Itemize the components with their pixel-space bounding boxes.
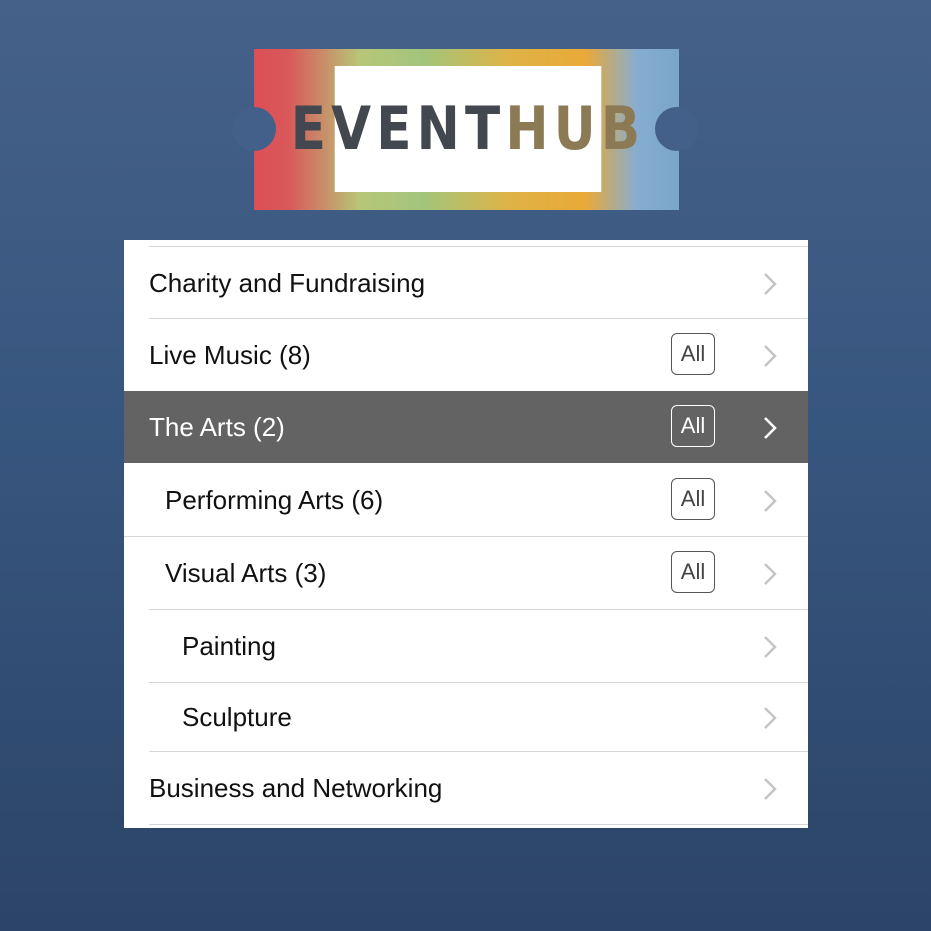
- chevron-right-icon: [760, 706, 780, 730]
- chevron-right-icon: [760, 272, 780, 296]
- logo-hub-text: HUB: [505, 94, 646, 164]
- category-label: Sculpture: [182, 701, 292, 732]
- category-row-business[interactable]: Business and Networking: [124, 752, 808, 824]
- category-row-charity[interactable]: Charity and Fundraising: [124, 247, 808, 319]
- category-row-painting[interactable]: Painting: [124, 610, 808, 682]
- category-row-sculpture[interactable]: Sculpture: [124, 683, 808, 751]
- all-button[interactable]: All: [671, 333, 715, 375]
- ticket-notch-right: [655, 107, 699, 151]
- category-label: Painting: [182, 630, 276, 661]
- chevron-right-icon: [760, 344, 780, 368]
- all-button[interactable]: All: [671, 478, 715, 520]
- category-row-performing-arts[interactable]: Performing Arts (6) All: [124, 464, 808, 536]
- all-button[interactable]: All: [671, 405, 715, 447]
- chevron-right-icon: [760, 416, 780, 440]
- category-label: Performing Arts (6): [165, 484, 384, 515]
- category-list: Charity and Fundraising Live Music (8) A…: [124, 240, 808, 828]
- category-label: Business and Networking: [149, 772, 443, 803]
- logo-text: EVENT HUB: [291, 66, 640, 192]
- chevron-right-icon: [760, 562, 780, 586]
- category-label: Live Music (8): [149, 339, 311, 370]
- category-row-live-music[interactable]: Live Music (8) All: [124, 319, 808, 391]
- all-button[interactable]: All: [671, 551, 715, 593]
- ticket-notch-left: [232, 107, 276, 151]
- chevron-right-icon: [760, 777, 780, 801]
- eventhub-logo: EVENT HUB: [254, 49, 679, 210]
- category-label: The Arts (2): [149, 411, 285, 442]
- logo-event-text: EVENT: [290, 94, 506, 164]
- category-label: Visual Arts (3): [165, 557, 327, 588]
- divider: [149, 824, 808, 825]
- category-row-the-arts[interactable]: The Arts (2) All: [124, 391, 808, 463]
- chevron-right-icon: [760, 635, 780, 659]
- category-row-visual-arts[interactable]: Visual Arts (3) All: [124, 537, 808, 609]
- category-label: Charity and Fundraising: [149, 267, 426, 298]
- chevron-right-icon: [760, 489, 780, 513]
